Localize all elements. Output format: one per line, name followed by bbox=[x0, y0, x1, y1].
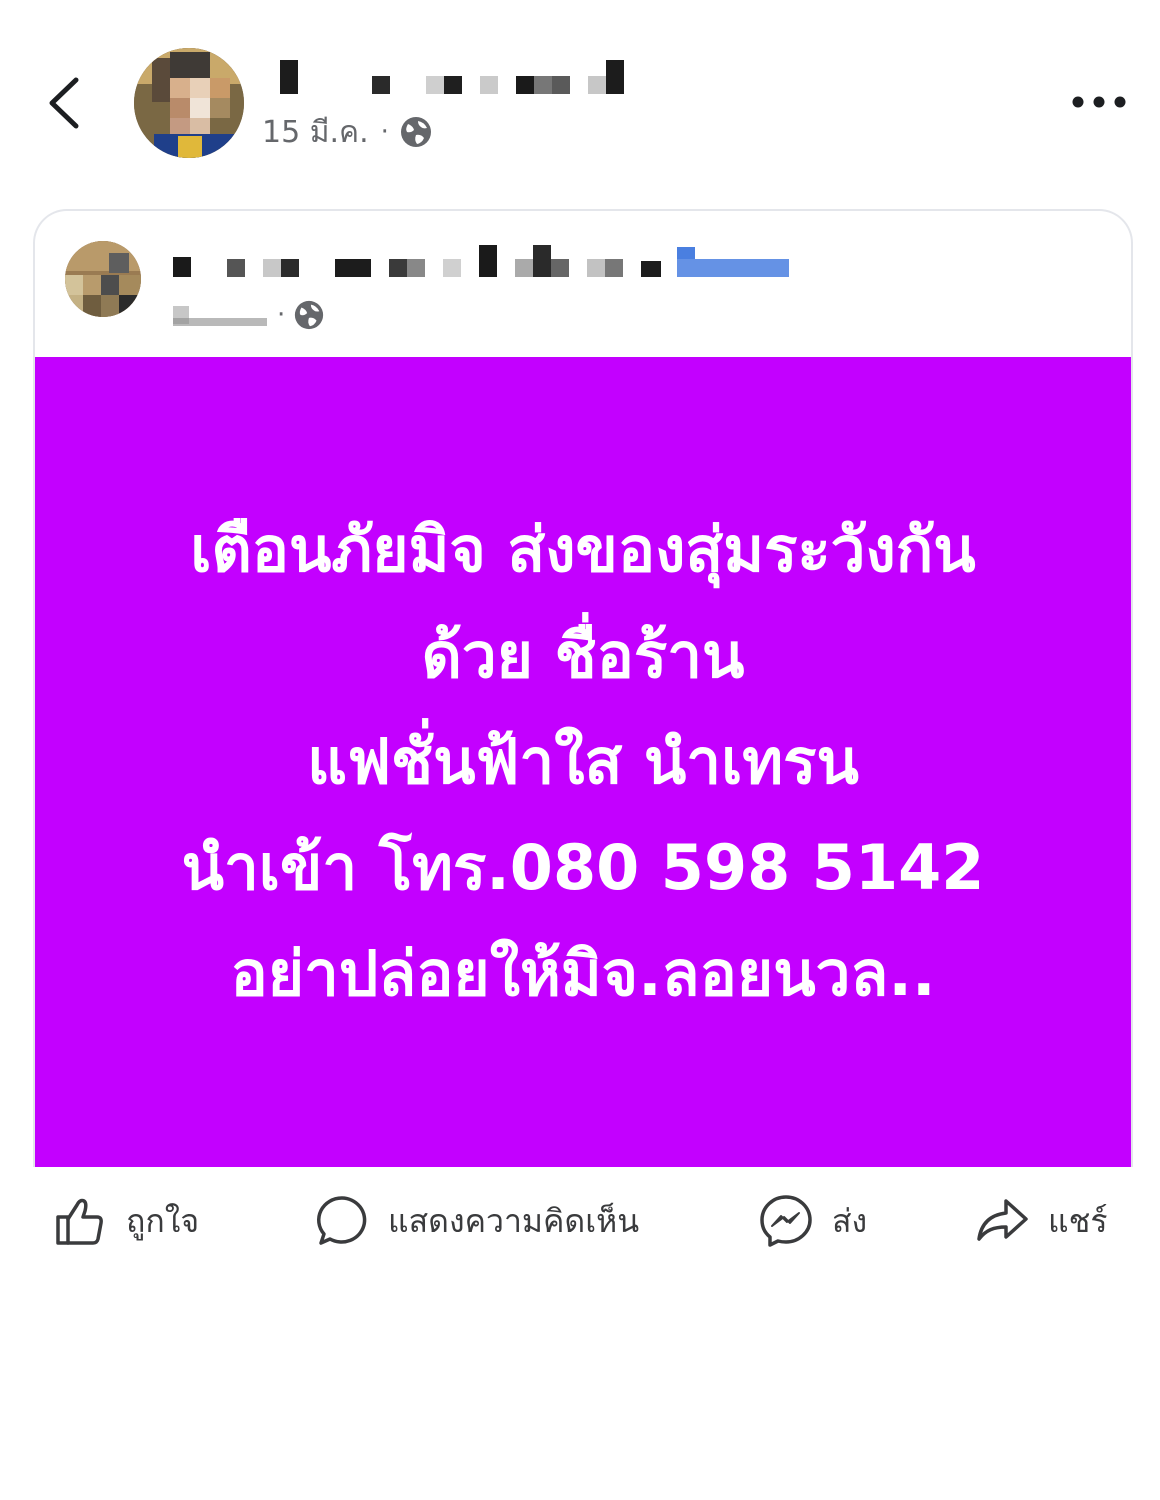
shared-post-card[interactable]: · เตือนภัยมิจ ส่งของสุ่มระวังกัน ด้วย ชื… bbox=[33, 209, 1133, 1167]
banner-line-3: แฟชั่นฟ้าใส นำเทรน bbox=[307, 725, 859, 798]
post-header: 15 มี.ค. · bbox=[0, 0, 1160, 180]
author-name-redacted[interactable] bbox=[262, 56, 642, 96]
send-label: ส่ง bbox=[832, 1201, 868, 1240]
post-date[interactable]: 15 มี.ค. bbox=[262, 109, 369, 156]
author-avatar[interactable] bbox=[134, 48, 244, 158]
shared-author-name-redacted[interactable] bbox=[171, 241, 811, 281]
globe-icon[interactable] bbox=[293, 299, 325, 331]
back-button[interactable] bbox=[38, 70, 94, 136]
share-button[interactable]: แชร์ bbox=[974, 1178, 1108, 1264]
thumbs-up-icon bbox=[56, 1198, 103, 1245]
more-dots-icon bbox=[1072, 96, 1126, 108]
banner-line-5: อย่าปล่อยให้มิจ.ลอยนวล.. bbox=[230, 937, 936, 1010]
chevron-left-icon bbox=[49, 77, 79, 129]
share-label: แชร์ bbox=[1048, 1201, 1108, 1240]
share-arrow-icon bbox=[977, 1199, 1028, 1241]
comment-bubble-icon bbox=[317, 1196, 367, 1245]
banner-line-1: เตือนภัยมิจ ส่งของสุ่มระวังกัน bbox=[190, 513, 976, 586]
shared-post-meta: · bbox=[171, 297, 325, 333]
comment-button[interactable]: แสดงความคิดเห็น bbox=[314, 1178, 639, 1264]
meta-separator: · bbox=[380, 117, 389, 147]
comment-label: แสดงความคิดเห็น bbox=[388, 1201, 640, 1240]
banner-line-2: ด้วย ชื่อร้าน bbox=[421, 619, 745, 692]
like-button[interactable]: ถูกใจ bbox=[52, 1178, 199, 1264]
warning-text-banner[interactable]: เตือนภัยมิจ ส่งของสุ่มระวังกัน ด้วย ชื่อ… bbox=[35, 357, 1131, 1167]
banner-line-4: นำเข้า โทร.080 598 5142 bbox=[181, 831, 985, 904]
send-button[interactable]: ส่ง bbox=[758, 1178, 867, 1264]
globe-icon[interactable] bbox=[399, 115, 433, 149]
like-label: ถูกใจ bbox=[126, 1201, 200, 1240]
shared-post-date-redacted[interactable] bbox=[171, 304, 267, 326]
post-meta: 15 มี.ค. · bbox=[262, 110, 433, 154]
messenger-icon bbox=[760, 1195, 812, 1247]
shared-author-avatar[interactable] bbox=[65, 241, 141, 317]
meta-separator: · bbox=[277, 300, 286, 330]
more-options-button[interactable] bbox=[1064, 82, 1134, 122]
action-bar: ถูกใจ แสดงความคิดเห็น ส่ง แชร์ bbox=[0, 1178, 1160, 1264]
